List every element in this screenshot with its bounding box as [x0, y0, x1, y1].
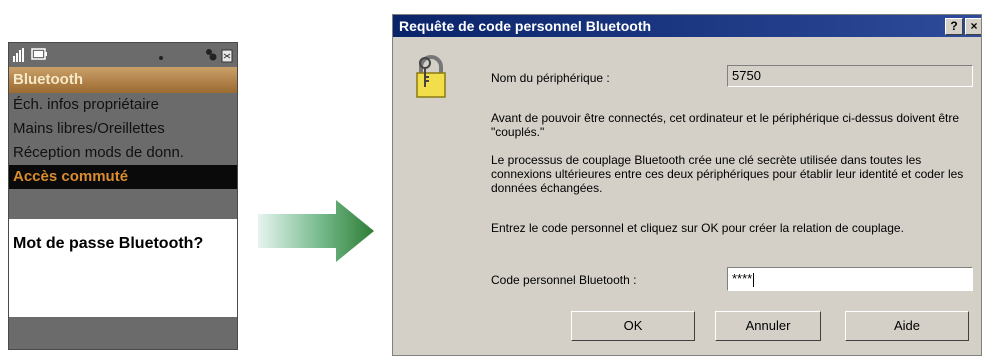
menu-item-data-reception[interactable]: Réception mods de donn. — [9, 141, 237, 165]
pairing-instruction-text: Entrez le code personnel et cliquez sur … — [491, 221, 904, 235]
pairing-process-text: Le processus de couplage Bluetooth crée … — [491, 153, 964, 195]
menu-item-owner-info[interactable]: Éch. infos propriétaire — [9, 93, 237, 117]
phone-status-bar — [9, 43, 237, 67]
menu-item-dial-up[interactable]: Accès commuté — [9, 165, 237, 189]
phone-softkey-bar — [9, 317, 237, 349]
help-button[interactable]: Aide — [845, 311, 969, 341]
text-caret — [753, 272, 755, 287]
phone-menu: Éch. infos propriétaire Mains libres/Ore… — [9, 93, 237, 189]
pairing-intro-text: Avant de pouvoir être connectés, cet ord… — [491, 111, 960, 139]
arrow-right-icon — [258, 200, 374, 262]
lock-key-icon — [416, 55, 446, 98]
phone-title: Bluetooth — [9, 67, 237, 93]
title-close-button[interactable]: × — [965, 18, 981, 35]
indicator-dot — [159, 56, 163, 60]
battery-icon — [31, 48, 47, 60]
device-name-label: Nom du périphérique : — [491, 71, 610, 85]
pin-value: **** — [732, 271, 753, 286]
device-name-field: 5750 — [727, 65, 973, 87]
phone-password-popup: Mot de passe Bluetooth? — [9, 219, 237, 317]
menu-item-handsfree[interactable]: Mains libres/Oreillettes — [9, 117, 237, 141]
ok-button[interactable]: OK — [571, 311, 695, 341]
bluetooth-pin-dialog: Requête de code personnel Bluetooth ? × … — [392, 14, 982, 356]
bluetooth-status-icon — [206, 49, 217, 61]
lock-status-icon — [221, 49, 233, 63]
signal-icon — [13, 48, 24, 62]
pin-input[interactable]: **** — [727, 267, 973, 291]
phone-screen: Bluetooth Éch. infos propriétaire Mains … — [8, 42, 238, 350]
title-help-button[interactable]: ? — [945, 18, 963, 35]
phone-password-prompt: Mot de passe Bluetooth? — [13, 235, 204, 252]
pin-label: Code personnel Bluetooth : — [491, 273, 637, 287]
cancel-button[interactable]: Annuler — [715, 311, 821, 341]
dialog-title: Requête de code personnel Bluetooth — [393, 15, 981, 37]
